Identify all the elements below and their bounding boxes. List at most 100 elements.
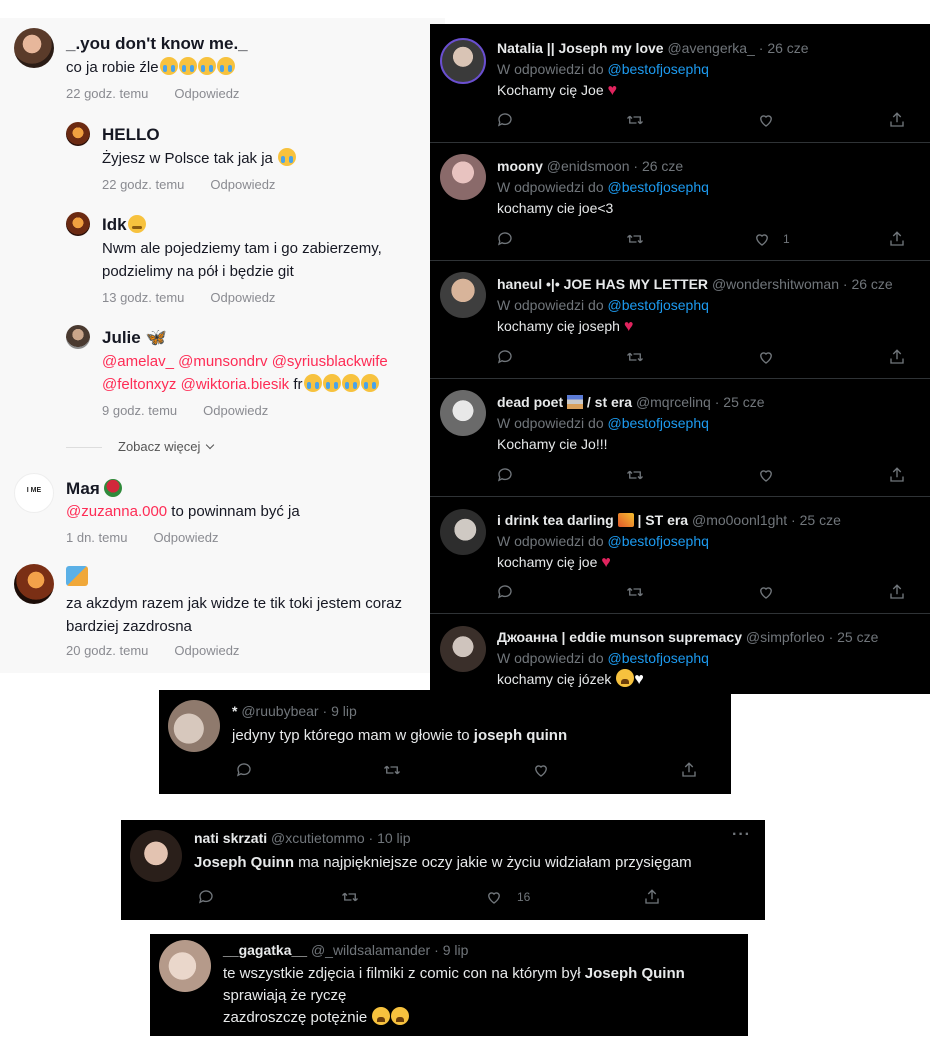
comment-author[interactable]: Idk [102, 215, 146, 235]
reply-link[interactable]: Odpowiedz [174, 86, 239, 101]
share-icon[interactable] [643, 888, 663, 908]
share-icon[interactable] [888, 348, 908, 368]
tweet-time[interactable]: 26 cze [767, 40, 808, 56]
share-icon[interactable] [680, 761, 700, 781]
retweet-icon[interactable] [383, 761, 403, 781]
retweet-icon[interactable] [626, 583, 646, 603]
display-name-tail[interactable]: | ST era [637, 512, 688, 528]
display-name-tail[interactable]: / st era [587, 394, 632, 410]
comment-author[interactable]: _.you don't know me._ [66, 34, 248, 54]
mention-link[interactable]: @zuzanna.000 [66, 503, 167, 520]
tweet-time[interactable]: 26 cze [851, 276, 892, 292]
reply-icon[interactable] [496, 111, 516, 131]
avatar[interactable] [14, 28, 54, 68]
tweet[interactable]: haneul •|• JOE HAS MY LETTER @wondershit… [430, 261, 930, 379]
like-icon[interactable] [757, 583, 777, 603]
display-name[interactable]: Джоанна | eddie munson supremacy [497, 629, 742, 645]
see-more-button[interactable]: Zobacz więcej [118, 439, 215, 454]
display-name[interactable]: * [232, 703, 237, 719]
handle[interactable]: @mqrcelinq [636, 394, 711, 410]
reply-link[interactable]: Odpowiedz [203, 403, 268, 418]
reply-icon[interactable] [235, 761, 255, 781]
retweet-icon[interactable] [341, 888, 361, 908]
like-icon[interactable] [757, 348, 777, 368]
reply-link[interactable]: Odpowiedz [210, 290, 275, 305]
tweet-time[interactable]: 26 cze [642, 158, 683, 174]
avatar[interactable] [159, 940, 211, 992]
avatar[interactable] [66, 325, 90, 349]
avatar[interactable] [168, 700, 220, 752]
retweet-icon[interactable] [626, 466, 646, 486]
handle[interactable]: @wondershitwoman [712, 276, 839, 292]
reply-to-link[interactable]: @bestofjosephq [608, 533, 709, 549]
display-name[interactable]: nati skrzati [194, 830, 267, 846]
handle[interactable]: @xcutietommo [271, 830, 365, 846]
reply-to-link[interactable]: @bestofjosephq [608, 61, 709, 77]
mention-links[interactable]: @amelav_ @munsondrv @syriusblackwife [102, 350, 388, 373]
like-icon[interactable] [485, 888, 505, 908]
handle[interactable]: @avengerka_ [667, 40, 754, 56]
tweet[interactable]: i drink tea darling | ST era @mo0oonl1gh… [430, 497, 930, 614]
reply-to-link[interactable]: @bestofjosephq [608, 297, 709, 313]
reply-icon[interactable] [197, 888, 217, 908]
tweet-time[interactable]: 10 lip [377, 830, 410, 846]
display-name[interactable]: Natalia || Joseph my love [497, 40, 664, 56]
avatar[interactable]: I ME [14, 473, 54, 513]
tweet-time[interactable]: 9 lip [331, 703, 357, 719]
comment-author[interactable]: Julie 🦋 [102, 328, 167, 348]
display-name[interactable]: dead poet [497, 394, 563, 410]
avatar[interactable] [440, 626, 486, 672]
reply-link[interactable]: Odpowiedz [174, 643, 239, 658]
comment-author[interactable]: Мая [66, 479, 123, 499]
avatar[interactable] [66, 212, 90, 236]
tweet[interactable]: Natalia || Joseph my love @avengerka_ · … [430, 24, 930, 143]
avatar[interactable] [130, 830, 182, 882]
reply-icon[interactable] [496, 466, 516, 486]
mention-links[interactable]: @feltonxyz @wiktoria.biesik [102, 376, 289, 393]
like-icon[interactable] [757, 111, 777, 131]
display-name[interactable]: moony [497, 158, 543, 174]
avatar[interactable] [440, 38, 486, 84]
handle[interactable]: @ruubybear [241, 703, 318, 719]
tweet[interactable]: moony @enidsmoon · 26 cze W odpowiedzi d… [430, 143, 930, 261]
retweet-icon[interactable] [626, 230, 646, 250]
share-icon[interactable] [888, 111, 908, 131]
reply-to-link[interactable]: @bestofjosephq [608, 415, 709, 431]
like-icon[interactable] [753, 230, 773, 250]
like-icon[interactable] [532, 761, 552, 781]
handle[interactable]: @_wildsalamander [311, 942, 430, 958]
share-icon[interactable] [888, 466, 908, 486]
reply-to-link[interactable]: @bestofjosephq [608, 650, 709, 666]
retweet-icon[interactable] [626, 111, 646, 131]
display-name[interactable]: haneul •|• JOE HAS MY LETTER [497, 276, 708, 292]
handle[interactable]: @mo0oonl1ght [692, 512, 787, 528]
reply-icon[interactable] [496, 583, 516, 603]
tweet-card[interactable]: __gagatka__ @_wildsalamander · 9 lip te … [150, 934, 748, 1036]
tweet-card[interactable]: nati skrzati @xcutietommo · 10 lip ··· J… [121, 820, 765, 920]
display-name[interactable]: __gagatka__ [223, 942, 307, 958]
handle[interactable]: @simpforleo [746, 629, 825, 645]
avatar[interactable] [440, 154, 486, 200]
avatar[interactable] [14, 564, 54, 604]
tweet-time[interactable]: 25 cze [723, 394, 764, 410]
avatar[interactable] [440, 390, 486, 436]
tweet-time[interactable]: 25 cze [800, 512, 841, 528]
share-icon[interactable] [888, 583, 908, 603]
reply-icon[interactable] [496, 348, 516, 368]
reply-icon[interactable] [496, 230, 516, 250]
like-icon[interactable] [757, 466, 777, 486]
tweet[interactable]: Джоанна | eddie munson supremacy @simpfo… [430, 614, 930, 694]
tweet[interactable]: dead poet / st era @mqrcelinq · 25 cze W… [430, 379, 930, 497]
display-name[interactable]: i drink tea darling [497, 512, 614, 528]
reply-link[interactable]: Odpowiedz [153, 530, 218, 545]
comment-author[interactable]: HELLO [102, 125, 160, 145]
avatar[interactable] [66, 122, 90, 146]
tweet-card[interactable]: * @ruubybear · 9 lip jedyny typ którego … [159, 690, 731, 794]
avatar[interactable] [440, 272, 486, 318]
handle[interactable]: @enidsmoon [547, 158, 630, 174]
avatar[interactable] [440, 509, 486, 555]
share-icon[interactable] [888, 230, 908, 250]
more-options-button[interactable]: ··· [732, 826, 751, 844]
retweet-icon[interactable] [626, 348, 646, 368]
tweet-time[interactable]: 9 lip [443, 942, 469, 958]
